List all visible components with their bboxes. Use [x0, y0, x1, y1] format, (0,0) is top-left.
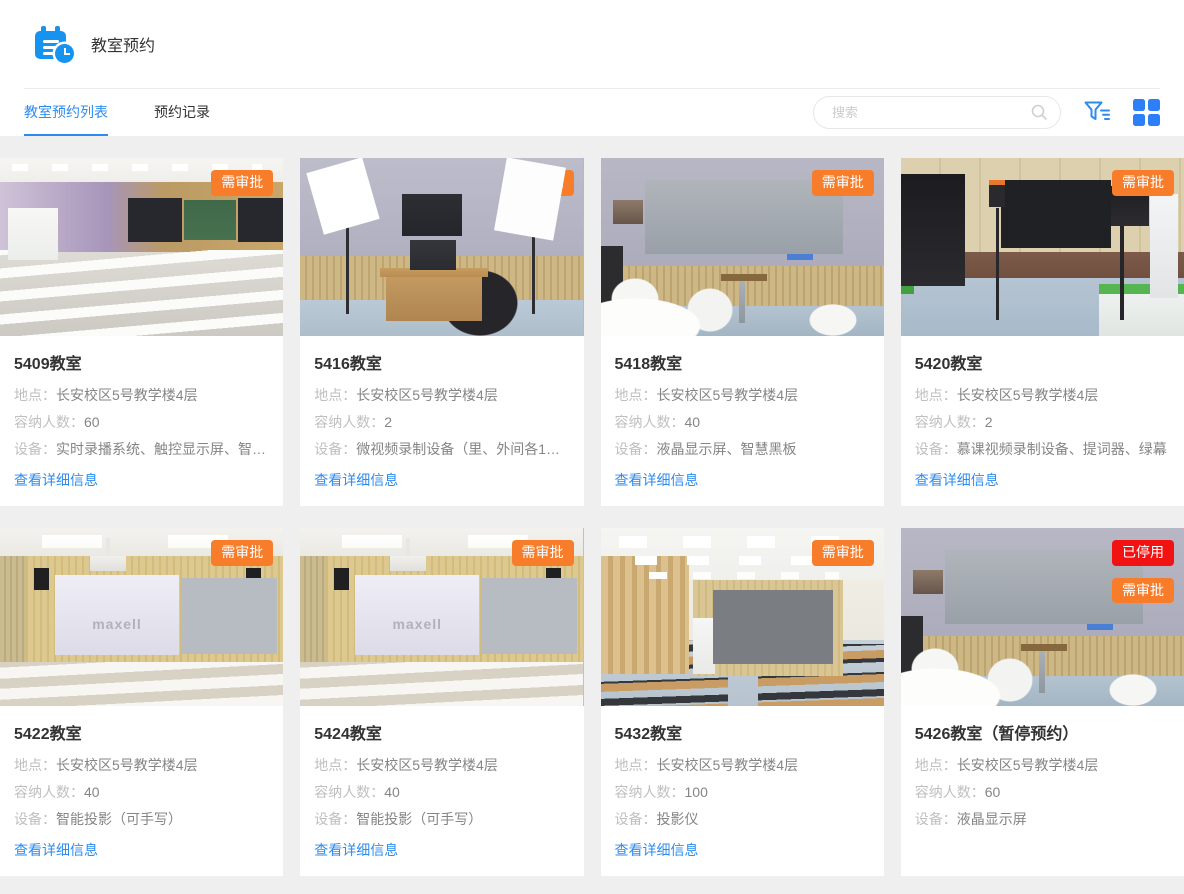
status-badge: 需审批 — [211, 170, 273, 196]
capacity-row: 容纳人数：2 — [314, 413, 569, 431]
classroom-name: 5424教室 — [314, 720, 569, 744]
equipment-row: 设备：智能投影（可手写） — [314, 810, 569, 828]
classroom-card: 需审批 5409教室 地点：长安校区5号教学楼4层 容纳人数：60 设备：实时录… — [0, 158, 283, 506]
equipment-row: 设备：投影仪 — [615, 810, 870, 828]
capacity-row: 容纳人数：100 — [615, 783, 870, 801]
filter-icon[interactable] — [1083, 99, 1111, 125]
view-details-link[interactable]: 查看详细信息 — [615, 470, 699, 490]
equipment-row: 设备：液晶显示屏 — [915, 810, 1170, 828]
classroom-name: 5420教室 — [915, 350, 1170, 374]
classroom-card: 需审批 5418教室 地点：长安校区5号教学楼4层 容纳人数：40 设备：液晶显… — [601, 158, 884, 506]
classroom-card: 已停用 需审批 5426教室（暂停预约） 地点：长安校区5号教学楼4层 容纳人数… — [901, 528, 1184, 876]
classroom-photo: maxell 需审批 — [0, 528, 283, 706]
classroom-card: maxell 需审批 5422教室 地点：长安校区5号教学楼4层 容纳人数：40… — [0, 528, 283, 876]
status-badge: 需审批 — [812, 170, 874, 196]
status-badge: 需审批 — [1112, 170, 1174, 196]
equipment-row: 设备：智能投影（可手写） — [14, 810, 269, 828]
classroom-card-grid: 需审批 5409教室 地点：长安校区5号教学楼4层 容纳人数：60 设备：实时录… — [0, 136, 1184, 881]
capacity-row: 容纳人数：2 — [915, 413, 1170, 431]
classroom-photo: 需审批 — [601, 528, 884, 706]
classroom-name: 5418教室 — [615, 350, 870, 374]
classroom-name: 5409教室 — [14, 350, 269, 374]
equipment-row: 设备：实时录播系统、触控显示屏、智… — [14, 440, 269, 458]
location-row: 地点：长安校区5号教学楼4层 — [314, 756, 569, 774]
location-row: 地点：长安校区5号教学楼4层 — [915, 386, 1170, 404]
classroom-card: 需审批 5416教室 地点：长安校区5号教学楼4层 容纳人数：2 设备：微视频录… — [300, 158, 583, 506]
equipment-row: 设备：微视频录制设备（里、外间各1… — [314, 440, 569, 458]
location-row: 地点：长安校区5号教学楼4层 — [615, 756, 870, 774]
view-details-link[interactable]: 查看详细信息 — [14, 840, 98, 860]
classroom-photo: 需审批 — [601, 158, 884, 336]
capacity-row: 容纳人数：60 — [14, 413, 269, 431]
capacity-row: 容纳人数：40 — [615, 413, 870, 431]
grid-view-icon[interactable] — [1133, 99, 1160, 126]
projector-screen-brand: maxell — [57, 616, 177, 632]
projector-screen-brand: maxell — [357, 616, 477, 632]
status-badge: 需审批 — [812, 540, 874, 566]
classroom-photo: maxell 需审批 — [300, 528, 583, 706]
classroom-card: 需审批 5420教室 地点：长安校区5号教学楼4层 容纳人数：2 设备：慕课视频… — [901, 158, 1184, 506]
view-details-link[interactable]: 查看详细信息 — [915, 470, 999, 490]
capacity-row: 容纳人数：40 — [314, 783, 569, 801]
classroom-photo: 需审批 — [901, 158, 1184, 336]
search-box[interactable] — [813, 96, 1061, 129]
location-row: 地点：长安校区5号教学楼4层 — [14, 756, 269, 774]
location-row: 地点：长安校区5号教学楼4层 — [314, 386, 569, 404]
status-badge: 需审批 — [211, 540, 273, 566]
location-row: 地点：长安校区5号教学楼4层 — [14, 386, 269, 404]
location-row: 地点：长安校区5号教学楼4层 — [615, 386, 870, 404]
status-badge: 需审批 — [512, 540, 574, 566]
location-row: 地点：长安校区5号教学楼4层 — [915, 756, 1170, 774]
equipment-row: 设备：液晶显示屏、智慧黑板 — [615, 440, 870, 458]
classroom-name: 5426教室（暂停预约） — [915, 720, 1170, 744]
classroom-photo: 需审批 — [0, 158, 283, 336]
status-badge: 需审批 — [1112, 578, 1174, 604]
classroom-name: 5416教室 — [314, 350, 569, 374]
classroom-name: 5432教室 — [615, 720, 870, 744]
view-details-link[interactable]: 查看详细信息 — [615, 840, 699, 860]
tab-bar: 教室预约列表 预约记录 — [0, 88, 1184, 136]
classroom-photo: 需审批 — [300, 158, 583, 336]
app-header: 教室预约 — [0, 0, 1184, 88]
capacity-row: 容纳人数：40 — [14, 783, 269, 801]
status-badge: 需审批 — [512, 170, 574, 196]
classroom-name: 5422教室 — [14, 720, 269, 744]
view-details-link[interactable]: 查看详细信息 — [14, 470, 98, 490]
clock-icon — [55, 44, 74, 63]
page-title: 教室预约 — [91, 32, 155, 56]
equipment-row: 设备：慕课视频录制设备、提词器、绿幕 — [915, 440, 1170, 458]
view-details-link[interactable]: 查看详细信息 — [314, 840, 398, 860]
capacity-row: 容纳人数：60 — [915, 783, 1170, 801]
classroom-photo: 已停用 需审批 — [901, 528, 1184, 706]
search-icon — [1030, 103, 1048, 121]
classroom-card: 需审批 5432教室 地点：长安校区5号教学楼4层 容纳人数：100 设备：投影… — [601, 528, 884, 876]
classroom-booking-icon — [33, 23, 75, 65]
view-details-link[interactable]: 查看详细信息 — [314, 470, 398, 490]
status-badge: 已停用 — [1112, 540, 1174, 566]
search-input[interactable] — [830, 104, 1030, 121]
tab-classroom-list[interactable]: 教室预约列表 — [24, 88, 108, 136]
classroom-card: maxell 需审批 5424教室 地点：长安校区5号教学楼4层 容纳人数：40… — [300, 528, 583, 876]
tab-booking-records[interactable]: 预约记录 — [154, 88, 210, 136]
